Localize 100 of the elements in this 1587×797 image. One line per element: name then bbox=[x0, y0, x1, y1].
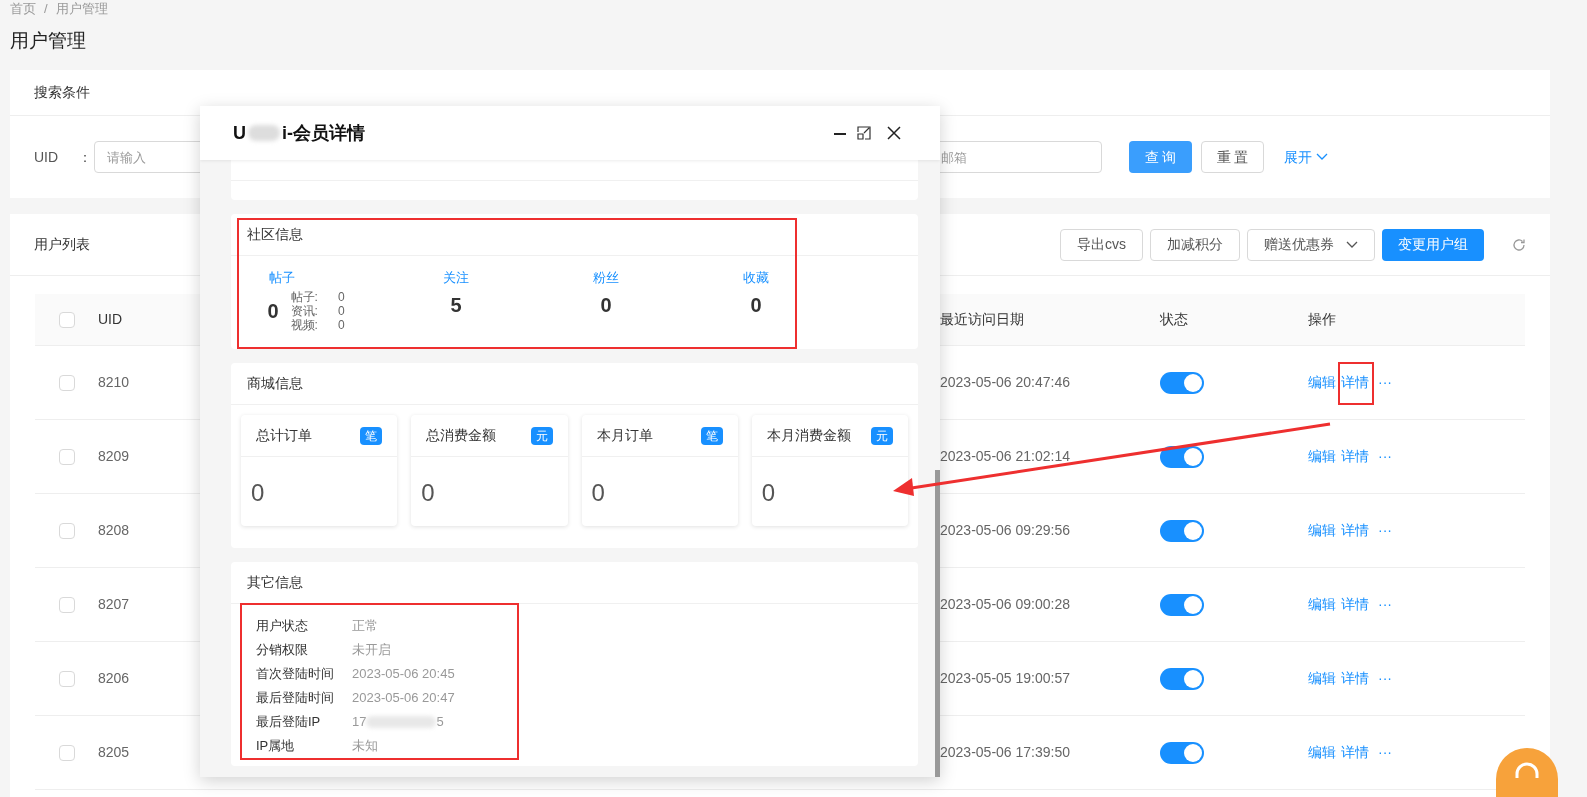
info-value: 正常 bbox=[352, 617, 378, 636]
row-checkbox[interactable] bbox=[58, 374, 75, 391]
table-cell-text: 2023-05-05 19:00:57 bbox=[940, 669, 1071, 688]
info-label: 最后登陆时间 bbox=[256, 689, 335, 708]
caret-icon bbox=[1346, 240, 1358, 249]
table-cell-text: 2023-05-06 20:47:46 bbox=[940, 373, 1071, 392]
action-link[interactable]: 详情 bbox=[1341, 594, 1369, 615]
breakdown-label: 资讯: bbox=[290, 303, 318, 318]
table-cell-text: 8206 bbox=[98, 669, 130, 688]
close-icon[interactable] bbox=[887, 126, 901, 140]
stat-label[interactable]: 粉丝 bbox=[593, 268, 619, 288]
status-toggle[interactable] bbox=[1160, 667, 1204, 690]
breadcrumb-separator: / bbox=[44, 0, 48, 19]
breakdown-label: 帖子: bbox=[290, 289, 318, 304]
stat-value: 0 bbox=[591, 479, 605, 506]
stat-label: 总计订单 bbox=[256, 426, 312, 445]
row-checkbox[interactable] bbox=[58, 744, 75, 761]
breakdown-value: 0 bbox=[337, 303, 345, 318]
status-toggle[interactable] bbox=[1160, 371, 1204, 394]
row-checkbox[interactable] bbox=[58, 448, 75, 465]
table-cell-text: 2023-05-06 09:29:56 bbox=[940, 521, 1071, 540]
field-label: UID bbox=[34, 147, 60, 167]
row-checkbox[interactable] bbox=[58, 670, 75, 687]
more-link[interactable]: ··· bbox=[1378, 372, 1392, 393]
action-link[interactable]: 详情 bbox=[1341, 372, 1369, 393]
table-cell-text: 8208 bbox=[98, 521, 130, 540]
breakdown-label: 视频: bbox=[290, 317, 318, 332]
reset-button[interactable]: 重 置 bbox=[1201, 141, 1264, 173]
stat-label: 本月订单 bbox=[596, 426, 653, 445]
status-toggle[interactable] bbox=[1160, 741, 1204, 764]
status-toggle[interactable] bbox=[1160, 519, 1204, 542]
refresh-icon[interactable] bbox=[1512, 237, 1526, 252]
status-toggle[interactable] bbox=[1160, 593, 1204, 616]
stat-label: 总消费金额 bbox=[426, 426, 497, 445]
card-title: 商城信息 bbox=[247, 374, 303, 393]
table-cell-text: 2023-05-06 17:39:50 bbox=[940, 743, 1071, 762]
info-label: 最后登陆IP bbox=[256, 713, 322, 732]
action-link[interactable]: 详情 bbox=[1341, 742, 1369, 763]
table-cell-text: 2023-05-06 09:00:28 bbox=[940, 595, 1071, 614]
info-label: IP属地 bbox=[256, 737, 296, 756]
column-header: 操作 bbox=[1308, 310, 1336, 329]
row-checkbox[interactable] bbox=[58, 522, 75, 539]
action-link[interactable]: 编辑 bbox=[1308, 446, 1336, 467]
select-all-checkbox[interactable] bbox=[58, 311, 75, 328]
info-value: 未开启 bbox=[352, 641, 391, 660]
action-link[interactable]: 编辑 bbox=[1308, 742, 1336, 763]
table-cell-text: 8210 bbox=[98, 373, 130, 392]
blurred-text bbox=[248, 125, 280, 141]
breadcrumb-link[interactable]: 用户管理 bbox=[55, 0, 108, 19]
action-link[interactable]: 编辑 bbox=[1308, 372, 1336, 393]
stat-label[interactable]: 关注 bbox=[443, 268, 469, 288]
column-header: 状态 bbox=[1160, 310, 1188, 329]
stat-label[interactable]: 收藏 bbox=[743, 268, 769, 288]
action-link[interactable]: 详情 bbox=[1341, 668, 1369, 689]
table-cell-text: 8207 bbox=[98, 595, 130, 614]
action-link[interactable]: 详情 bbox=[1341, 520, 1369, 541]
search-button[interactable]: 查 询 bbox=[1129, 141, 1192, 173]
unit-badge: 笔 bbox=[700, 426, 723, 445]
stat-value: 0 bbox=[750, 292, 762, 318]
info-label: 分销权限 bbox=[256, 641, 309, 660]
action-link[interactable]: 编辑 bbox=[1308, 520, 1336, 541]
dropdown-button[interactable]: 赠送优惠券 bbox=[1247, 228, 1375, 261]
action-link[interactable]: 编辑 bbox=[1308, 668, 1336, 689]
info-value: 5 bbox=[436, 713, 444, 732]
breakdown-value: 0 bbox=[337, 317, 345, 332]
help-button[interactable] bbox=[1496, 748, 1558, 797]
info-value: 2023-05-06 20:45 bbox=[352, 665, 455, 684]
info-label: 用户状态 bbox=[256, 617, 309, 636]
more-link[interactable]: ··· bbox=[1378, 668, 1392, 689]
scrollbar[interactable] bbox=[935, 470, 940, 777]
breadcrumb-link[interactable]: 首页 bbox=[10, 0, 36, 19]
info-value: 17 bbox=[352, 713, 367, 732]
unit-badge: 笔 bbox=[360, 426, 383, 445]
breakdown-value: 0 bbox=[337, 289, 345, 304]
unit-badge: 元 bbox=[530, 426, 553, 445]
panel-title: 用户列表 bbox=[34, 235, 90, 254]
stat-value: 0 bbox=[251, 479, 265, 506]
stat-label[interactable]: 帖子 bbox=[269, 268, 295, 288]
table-cell-text: 8205 bbox=[98, 743, 130, 762]
table-cell-text: 8209 bbox=[98, 447, 130, 466]
panel-title: 搜索条件 bbox=[34, 83, 90, 102]
maximize-icon[interactable] bbox=[857, 126, 871, 140]
more-link[interactable]: ··· bbox=[1378, 594, 1392, 615]
toolbar-button[interactable]: 变更用户组 bbox=[1382, 228, 1484, 261]
info-value: 2023-05-06 20:47 bbox=[352, 689, 455, 708]
expand-link[interactable]: 展开 bbox=[1284, 146, 1328, 168]
more-link[interactable]: ··· bbox=[1378, 520, 1392, 541]
action-link[interactable]: 编辑 bbox=[1308, 594, 1336, 615]
info-value: 未知 bbox=[352, 737, 378, 756]
table-cell-text: 2023-05-06 21:02:14 bbox=[940, 447, 1071, 466]
card-title: 其它信息 bbox=[247, 573, 303, 592]
info-label: 首次登陆时间 bbox=[256, 665, 335, 684]
toolbar-button[interactable]: 导出cvs bbox=[1060, 228, 1143, 261]
caret-icon bbox=[1316, 153, 1328, 161]
toolbar-button[interactable]: 加减积分 bbox=[1150, 228, 1240, 261]
column-header: 最近访问日期 bbox=[940, 310, 1024, 329]
action-link[interactable]: 详情 bbox=[1341, 446, 1369, 467]
more-link[interactable]: ··· bbox=[1378, 742, 1392, 763]
more-link[interactable]: ··· bbox=[1378, 446, 1392, 467]
row-checkbox[interactable] bbox=[58, 596, 75, 613]
